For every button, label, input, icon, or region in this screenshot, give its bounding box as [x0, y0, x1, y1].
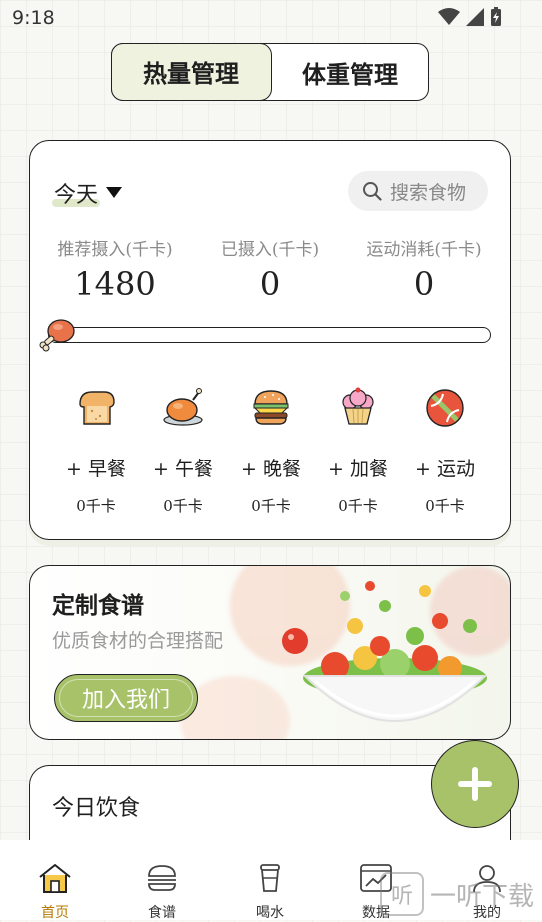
tab-recipes-label: 食谱 — [148, 905, 176, 921]
lunch-kcal: 0千卡 — [163, 497, 203, 515]
snack-label: + 加餐 — [328, 458, 388, 480]
intake-value: 0 — [259, 265, 281, 303]
exercise-kcal: 0千卡 — [425, 497, 465, 515]
custom-recipe-banner[interactable]: 定制食谱 优质食材的合理搭配 加入我们 — [29, 565, 511, 740]
watermark-text: 一听下载 — [430, 881, 535, 912]
breakfast-kcal: 0千卡 — [76, 497, 116, 515]
date-selector[interactable]: 今天 — [54, 177, 123, 209]
tab-home-label: 首页 — [41, 905, 69, 921]
bg-blob — [180, 676, 290, 739]
join-us-button[interactable]: 加入我们 — [54, 674, 198, 722]
cupcake-icon — [342, 387, 374, 425]
tab-water[interactable]: 喝水 — [240, 862, 300, 922]
recommended-value: 1480 — [74, 265, 156, 303]
signal-icon — [466, 8, 484, 26]
recipe-subtitle: 优质食材的合理搭配 — [52, 630, 224, 652]
burned-label: 运动消耗(千卡) — [366, 240, 482, 260]
add-fab-button[interactable] — [431, 740, 519, 828]
tab-home[interactable]: 首页 — [25, 862, 85, 922]
calorie-progress-bar — [48, 327, 491, 343]
meal-snack[interactable]: + 加餐 0千卡 — [323, 386, 393, 516]
caret-down-icon — [106, 187, 123, 198]
lunch-label: + 午餐 — [153, 458, 213, 480]
drumstick-icon — [39, 319, 75, 352]
cup-icon — [260, 864, 280, 892]
burned-value: 0 — [413, 265, 435, 303]
battery-icon — [491, 7, 501, 26]
bread-icon — [79, 391, 115, 425]
ball-icon — [426, 389, 464, 427]
wifi-icon — [438, 8, 460, 25]
meal-exercise[interactable]: + 运动 0千卡 — [410, 386, 480, 516]
intake-label: 已摄入(千卡) — [220, 240, 320, 260]
home-icon — [39, 864, 71, 893]
date-label: 今天 — [54, 183, 99, 208]
tab-weight-management[interactable]: 体重管理 — [272, 44, 428, 100]
roast-chicken-icon — [163, 388, 203, 426]
dinner-kcal: 0千卡 — [251, 497, 291, 515]
meal-breakfast[interactable]: + 早餐 0千卡 — [61, 386, 131, 516]
watermark-logo: 听 — [380, 872, 424, 916]
tab-water-label: 喝水 — [256, 905, 284, 921]
meal-lunch[interactable]: + 午餐 0千卡 — [148, 386, 218, 516]
burger-icon — [253, 390, 289, 425]
exercise-label: + 运动 — [415, 458, 475, 480]
search-icon — [363, 182, 382, 201]
plus-icon — [458, 767, 492, 801]
search-placeholder: 搜索食物 — [390, 181, 467, 204]
tab-calorie-management[interactable]: 热量管理 — [110, 42, 272, 101]
recommended-label: 推荐摄入(千卡) — [57, 240, 173, 260]
dinner-label: + 晚餐 — [241, 458, 301, 480]
tab-recipes[interactable]: 食谱 — [132, 862, 192, 922]
status-icons — [438, 7, 502, 27]
meal-dinner[interactable]: + 晚餐 0千卡 — [236, 386, 306, 516]
recipe-title: 定制食谱 — [52, 592, 144, 619]
food-search-input[interactable]: 搜索食物 — [348, 171, 488, 211]
status-time: 9:18 — [12, 7, 55, 29]
snack-kcal: 0千卡 — [338, 497, 378, 515]
salad-bowl-illustration — [282, 581, 488, 722]
mode-segmented-control: 热量管理 体重管理 — [110, 42, 429, 101]
breakfast-label: + 早餐 — [66, 458, 126, 480]
burger-outline-icon — [148, 865, 176, 891]
watermark: 听 一听下载 — [380, 868, 542, 920]
calorie-summary-card: 今天 搜索食物 推荐摄入(千卡) 1480 已摄入(千卡) 0 运动消耗(千卡)… — [29, 140, 511, 540]
today-diet-title: 今日饮食 — [52, 796, 141, 821]
status-bar: 9:18 — [0, 0, 542, 36]
